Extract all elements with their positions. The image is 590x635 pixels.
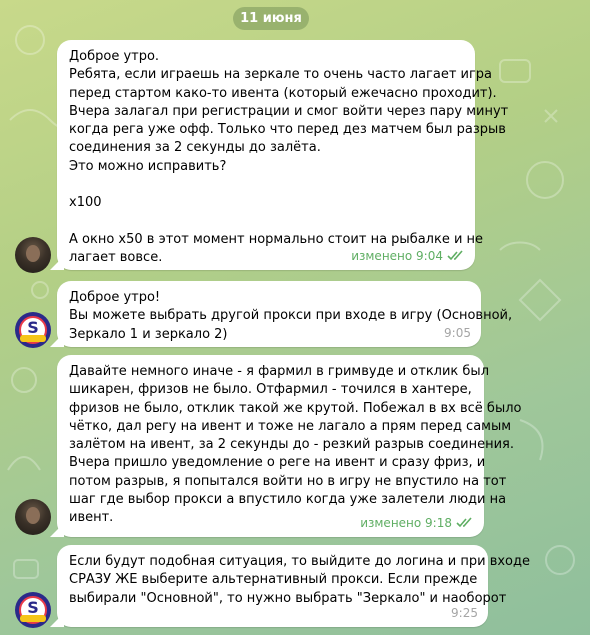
message-text-line: Зеркало 1 и зеркало 2) [69, 326, 228, 342]
message-meta: 9:25 [451, 604, 478, 622]
message-time: изменено 9:04 [351, 248, 443, 263]
message-text-line: залётом на ивент, за 2 секунды до - резк… [69, 437, 515, 453]
user-avatar[interactable] [15, 237, 51, 273]
message-text-line [69, 213, 463, 231]
message-text-line: СРАЗУ ЖЕ выберите альтернативный прокси.… [69, 572, 478, 588]
double-check-icon [456, 517, 472, 528]
message-bubble-incoming[interactable]: Если будут подобная ситуация, то выйдите… [50, 545, 530, 627]
message-text-line: Вы можете выбрать другой прокси при вход… [69, 308, 513, 324]
message-text-line: шикарен, фризов не было. Отфармил - точи… [69, 382, 472, 398]
message-text-line: Вчера пришло уведомление о реге на ивент… [69, 455, 486, 471]
bubble-tail [50, 613, 64, 627]
bubble-tail [50, 256, 64, 270]
bot-avatar[interactable]: S [15, 312, 51, 348]
bubble-tail [50, 523, 64, 537]
message-time: 9:05 [444, 325, 471, 340]
message-text-line: чётко, дал регу на ивент и тоже не лагал… [69, 418, 512, 434]
message-text-line: фризов не было, отклик такой же крутой. … [69, 400, 522, 416]
double-check-icon [447, 250, 463, 261]
message-text-line: перед стартом како-то ивента (который еж… [69, 85, 497, 101]
message-text-line: Это можно исправить? [69, 158, 227, 174]
message-meta: изменено 9:18 [360, 514, 474, 532]
message-text-line: Доброе утро! [69, 290, 161, 305]
message-time: 9:25 [451, 605, 478, 620]
message-text-line: Если будут подобная ситуация, то выйдите… [69, 554, 530, 569]
message-meta: 9:05 [444, 324, 471, 342]
message-bubble-incoming[interactable]: Давайте немного иначе - я фармил в гримв… [50, 355, 522, 537]
message-text-line: Доброе утро. [69, 49, 160, 64]
user-avatar[interactable] [15, 499, 51, 535]
message-meta: изменено 9:04 [351, 247, 465, 265]
message-text-line: Ребята, если играешь на зеркале то очень… [69, 67, 493, 83]
message-text-line: x100 [69, 195, 102, 211]
message-text-line: соединения за 2 секунды до залёта. [69, 140, 321, 156]
message-time: изменено 9:18 [360, 515, 452, 530]
message-text-line: Давайте немного иначе - я фармил в гримв… [69, 364, 490, 379]
message-bubble-incoming[interactable]: Доброе утро! Вы можете выбрать другой пр… [50, 281, 513, 347]
message-text-line: выбирали "Основной", то нужно выбрать "З… [69, 590, 507, 606]
message-text-line: Вчера залагал при регистрации и смог вой… [69, 103, 509, 119]
message-text-line: потом разрыв, я попытался войти но в игр… [69, 473, 507, 489]
message-text-line [69, 176, 463, 194]
message-text-line: шаг где выбор прокси а впустило когда уж… [69, 492, 507, 508]
message-text-line: когда рега уже офф. Только что перед дез… [69, 122, 506, 138]
date-separator: 11 июня [233, 7, 309, 30]
bot-avatar[interactable]: S [15, 592, 51, 628]
message-bubble-incoming[interactable]: Доброе утро. Ребята, если играешь на зер… [50, 40, 509, 270]
bubble-tail [50, 333, 64, 347]
